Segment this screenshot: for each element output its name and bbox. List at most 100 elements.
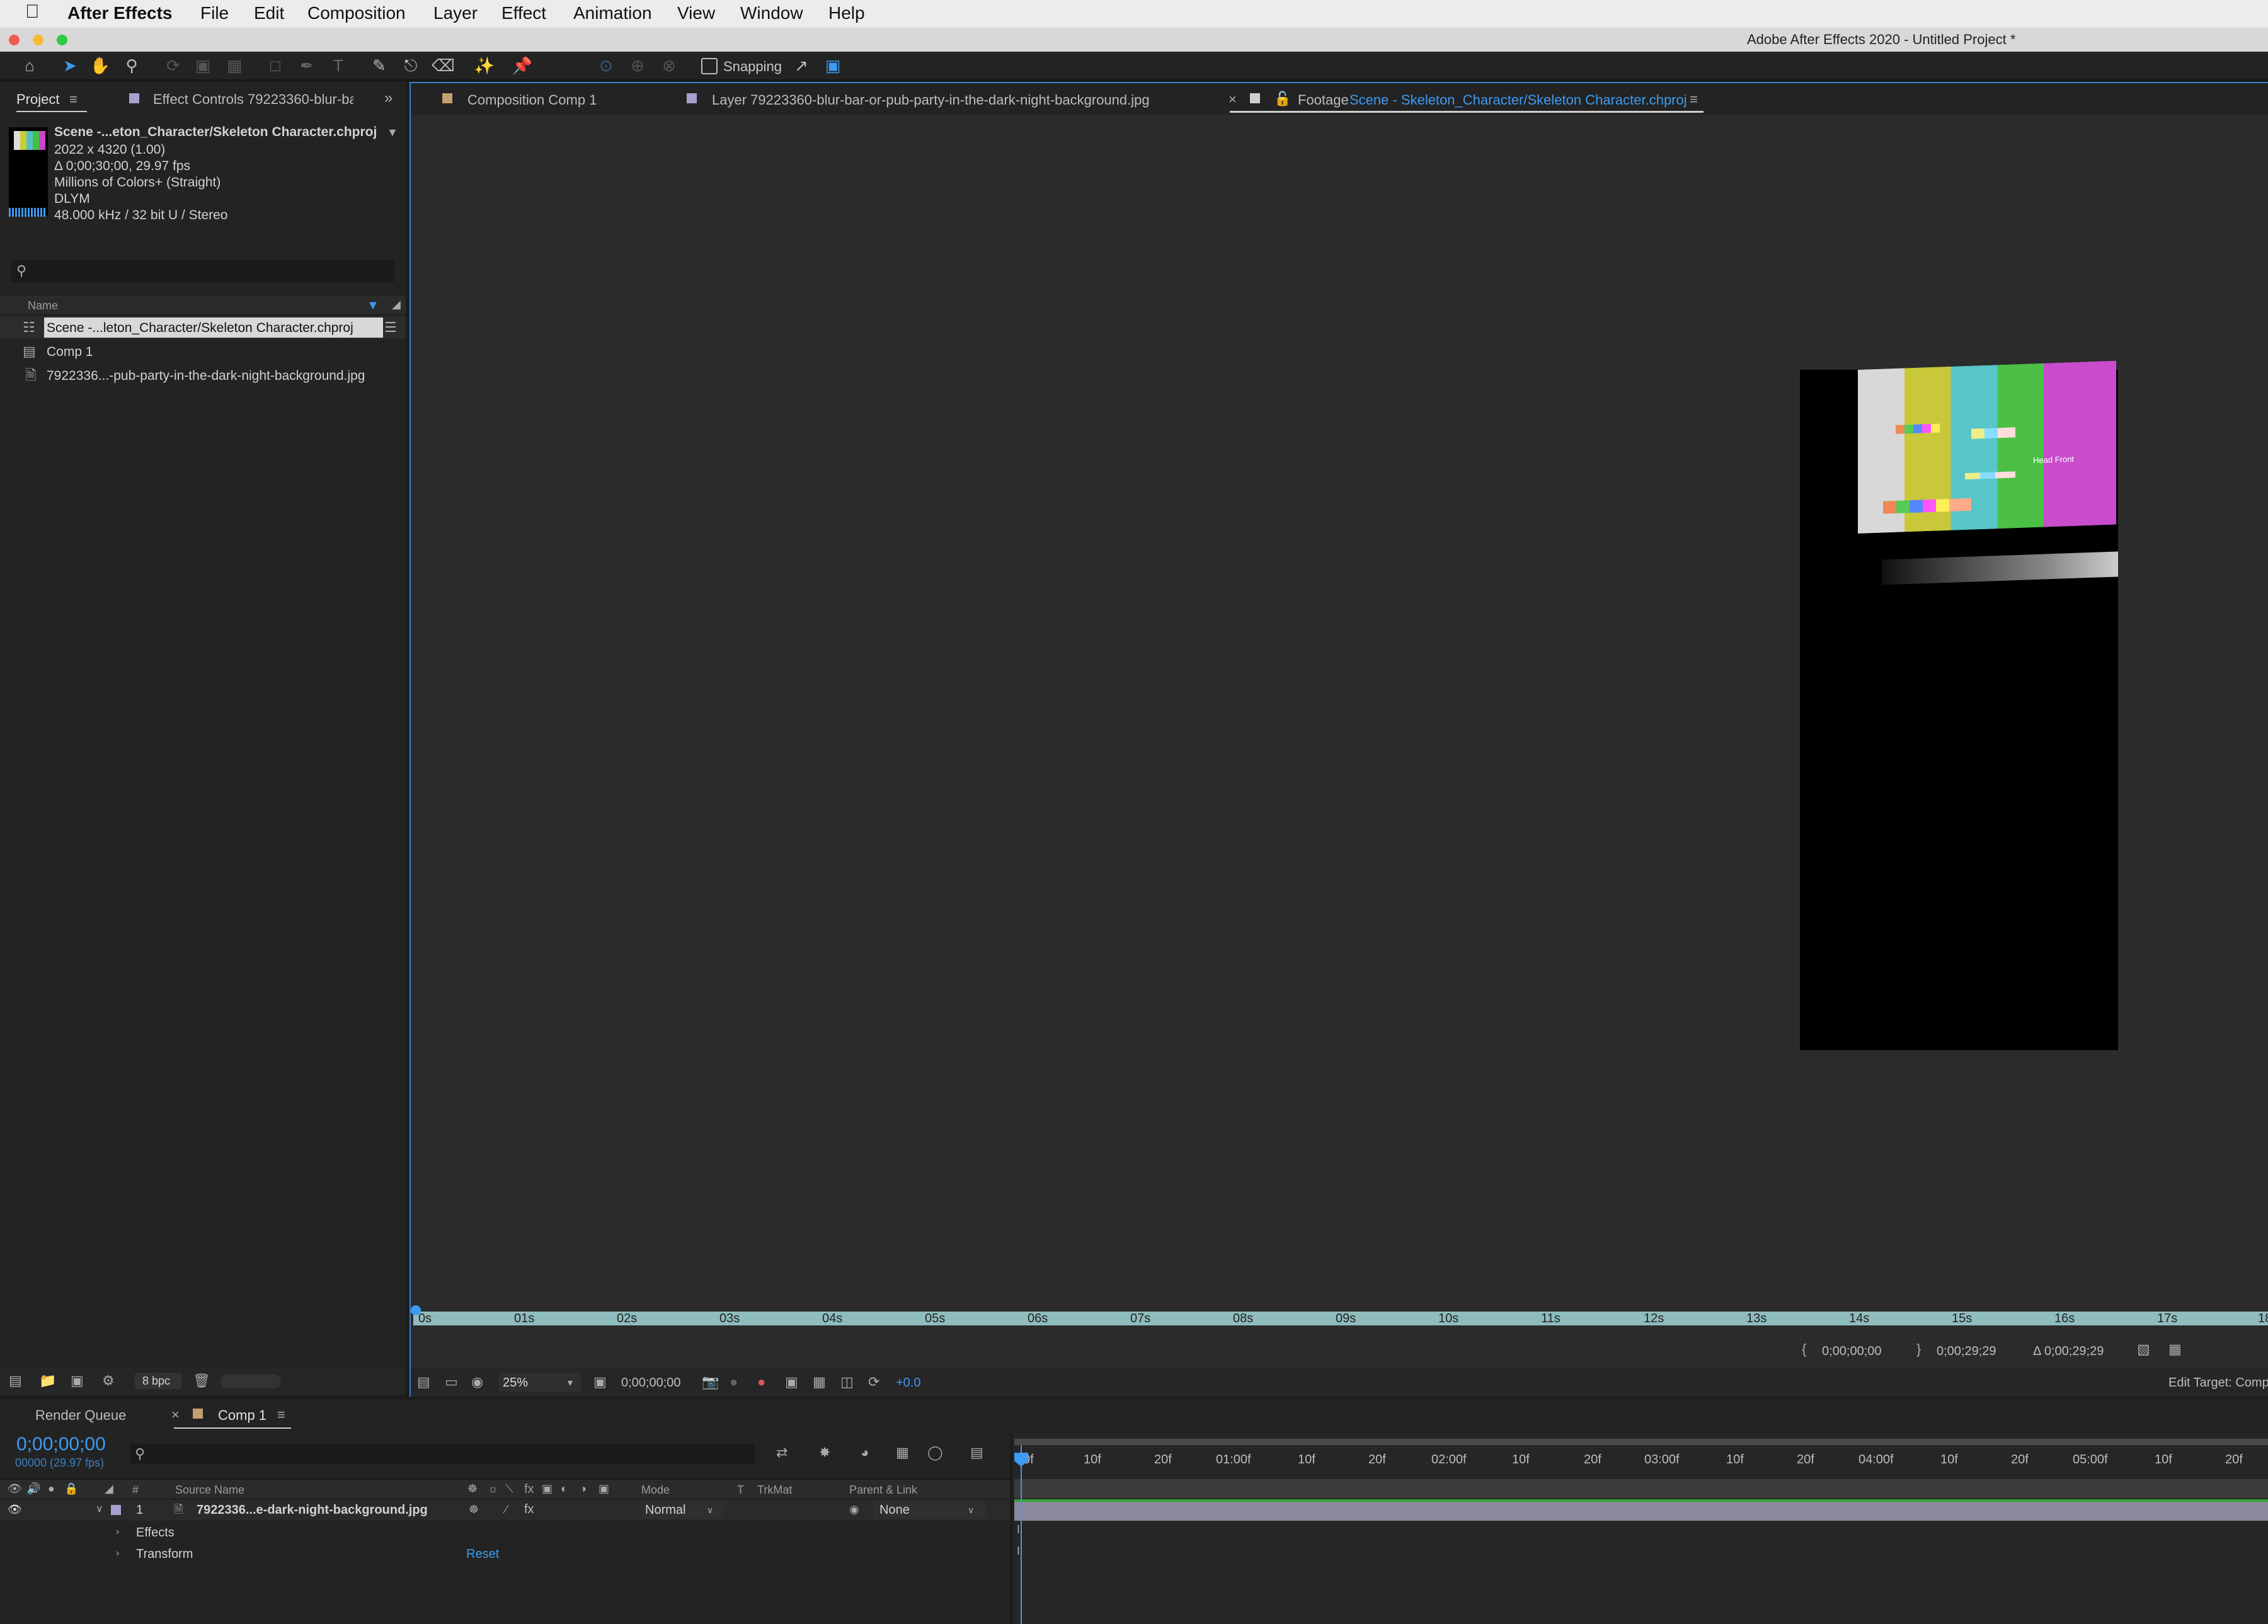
- composition-mini-flowchart-icon[interactable]: ⇄: [776, 1445, 788, 1460]
- type-tool-icon[interactable]: T: [328, 55, 349, 76]
- hand-tool-icon[interactable]: ✋: [89, 55, 111, 76]
- menu-view[interactable]: View: [677, 3, 715, 23]
- show-snapshot-icon[interactable]: ●: [730, 1375, 738, 1390]
- pen-tool-icon[interactable]: ✒: [296, 55, 318, 76]
- clone-stamp-tool-icon[interactable]: ⎋: [400, 55, 421, 76]
- motion-blur-icon[interactable]: ◯: [927, 1445, 943, 1460]
- in-point-time[interactable]: 0;00;00;00: [1822, 1344, 1882, 1359]
- project-search-input[interactable]: ⚲: [11, 260, 394, 282]
- frame-blending-icon[interactable]: ▦: [896, 1445, 909, 1460]
- work-area-bar[interactable]: [1014, 1439, 2268, 1445]
- tab-layer[interactable]: Layer 79223360-blur-bar-or-pub-party-in-…: [712, 92, 1150, 108]
- transparency-grid-icon[interactable]: ▦: [813, 1375, 826, 1390]
- menu-animation[interactable]: Animation: [573, 3, 652, 23]
- camera-tool-icon[interactable]: ▣: [192, 55, 214, 76]
- trash-icon[interactable]: 🗑: [193, 1373, 210, 1388]
- menu-layer[interactable]: Layer: [433, 3, 478, 23]
- sort-arrow-icon[interactable]: ▼: [367, 298, 379, 313]
- menu-edit[interactable]: Edit: [254, 3, 284, 23]
- layer-label-swatch[interactable]: [111, 1505, 121, 1515]
- reset-exposure-icon[interactable]: ⟳: [868, 1375, 879, 1390]
- chevron-down-icon[interactable]: ∨: [96, 1502, 103, 1517]
- menu-help[interactable]: Help: [828, 3, 865, 23]
- menu-effect[interactable]: Effect: [501, 3, 546, 23]
- mask-visibility-icon[interactable]: ◉: [471, 1375, 483, 1390]
- local-axis-icon[interactable]: ⊙: [595, 55, 617, 76]
- menu-window[interactable]: Window: [740, 3, 803, 23]
- zoom-dropdown[interactable]: 25% ▼: [499, 1373, 581, 1392]
- new-folder-icon[interactable]: 📁: [39, 1373, 56, 1388]
- fx-switch-icon[interactable]: fx: [524, 1502, 534, 1517]
- pan-behind-tool-icon[interactable]: ▦: [224, 55, 245, 76]
- time-ruler-strip[interactable]: [1014, 1479, 2268, 1498]
- in-point-icon[interactable]: {: [1802, 1342, 1806, 1357]
- pickwhip-icon[interactable]: ◉: [849, 1502, 859, 1517]
- minimize-window-button[interactable]: [33, 35, 43, 45]
- tab-comp-1[interactable]: Comp 1: [218, 1407, 266, 1424]
- world-axis-icon[interactable]: ⊕: [627, 55, 648, 76]
- snap-features-icon[interactable]: ▣: [822, 55, 844, 76]
- project-item-comp[interactable]: ▤ Comp 1: [0, 340, 406, 363]
- tab-effect-controls[interactable]: Effect Controls 79223360-blur-ba: [153, 91, 353, 108]
- current-time-display[interactable]: 0;00;00;00: [16, 1434, 106, 1455]
- selection-tool-icon[interactable]: ➤: [59, 55, 81, 76]
- layer-duration-bar[interactable]: [1014, 1499, 2268, 1521]
- eraser-tool-icon[interactable]: ⌫: [432, 55, 455, 76]
- tab-render-queue[interactable]: Render Queue: [35, 1407, 126, 1424]
- close-tab-icon[interactable]: ×: [171, 1407, 180, 1422]
- chevron-right-icon[interactable]: ›: [116, 1524, 119, 1540]
- layer-row[interactable]: 👁 ∨ 1 🗎 7922336...e-dark-night-backgroun…: [0, 1499, 1011, 1521]
- draft-3d-icon[interactable]: ✸: [819, 1445, 830, 1460]
- source-name-header[interactable]: Source Name: [175, 1484, 244, 1497]
- tab-composition[interactable]: Composition Comp 1: [467, 92, 597, 108]
- thumbnail-size-slider[interactable]: [220, 1375, 281, 1388]
- chevron-down-icon[interactable]: ▼: [387, 125, 398, 140]
- timeline-search-input[interactable]: ⚲: [130, 1444, 755, 1464]
- rotate-tool-icon[interactable]: ⟳: [163, 55, 184, 76]
- exposure-value[interactable]: +0.0: [896, 1376, 920, 1390]
- panel-menu-icon[interactable]: ≡: [69, 92, 77, 107]
- label-column-icon[interactable]: ◢: [392, 297, 401, 312]
- menu-composition[interactable]: Composition: [307, 3, 406, 23]
- menu-app-name[interactable]: After Effects: [67, 3, 172, 23]
- layer-name[interactable]: 7922336...e-dark-night-background.jpg: [197, 1503, 428, 1518]
- adjust-project-settings-icon[interactable]: ⚙: [102, 1373, 115, 1388]
- apple-icon[interactable]: : [25, 1, 40, 23]
- graph-editor-icon[interactable]: ▤: [970, 1445, 983, 1460]
- snapshot-camera-icon[interactable]: 📷: [702, 1375, 719, 1390]
- ripple-insert-edit-icon[interactable]: ▧: [2137, 1342, 2150, 1357]
- zoom-window-button[interactable]: [57, 35, 67, 45]
- chevron-right-icon[interactable]: ›: [116, 1546, 119, 1561]
- puppet-pin-tool-icon[interactable]: 📌: [512, 55, 533, 76]
- out-point-time[interactable]: 0;00;29;29: [1937, 1344, 1996, 1359]
- new-composition-icon[interactable]: ▣: [71, 1373, 84, 1388]
- monitor-icon[interactable]: ▭: [445, 1375, 458, 1390]
- region-of-interest-icon[interactable]: ▣: [593, 1375, 607, 1390]
- shy-layers-icon[interactable]: ◕: [861, 1445, 869, 1460]
- shy-switch-icon[interactable]: ☸: [469, 1502, 479, 1517]
- rectangle-tool-icon[interactable]: □: [265, 55, 286, 76]
- zoom-tool-icon[interactable]: ⚲: [121, 55, 142, 76]
- show-channel-icon[interactable]: ●: [757, 1375, 765, 1390]
- always-preview-icon[interactable]: ▤: [417, 1375, 430, 1390]
- close-tab-icon[interactable]: ×: [1228, 92, 1237, 107]
- effects-group-row[interactable]: › Effects: [0, 1522, 1011, 1543]
- tab-footage-prefix[interactable]: Footage: [1298, 92, 1349, 108]
- transform-group-row[interactable]: › Transform Reset: [0, 1543, 1011, 1565]
- tab-project[interactable]: Project: [16, 91, 59, 108]
- column-name-header[interactable]: Name: [28, 299, 58, 312]
- project-item-jpg[interactable]: 🗎 7922336...-pub-party-in-the-dark-night…: [0, 364, 406, 387]
- overlay-edit-icon[interactable]: ▦: [2168, 1342, 2182, 1357]
- project-item-scene[interactable]: ☷ Scene -...leton_Character/Skeleton Cha…: [0, 316, 406, 339]
- tab-footage-name[interactable]: Scene - Skeleton_Character/Skeleton Char…: [1349, 92, 1687, 108]
- panel-menu-icon[interactable]: ≡: [277, 1407, 285, 1422]
- safe-margins-icon[interactable]: ▣: [785, 1375, 798, 1390]
- panel-overflow-icon[interactable]: »: [384, 91, 392, 106]
- view-options-icon[interactable]: ◫: [840, 1375, 854, 1390]
- menu-file[interactable]: File: [200, 3, 229, 23]
- panel-menu-icon[interactable]: ≡: [1690, 92, 1698, 107]
- roto-brush-tool-icon[interactable]: ✨: [474, 55, 495, 76]
- reset-link[interactable]: Reset: [466, 1547, 499, 1562]
- out-point-icon[interactable]: }: [1916, 1342, 1921, 1357]
- view-axis-icon[interactable]: ⊗: [658, 55, 680, 76]
